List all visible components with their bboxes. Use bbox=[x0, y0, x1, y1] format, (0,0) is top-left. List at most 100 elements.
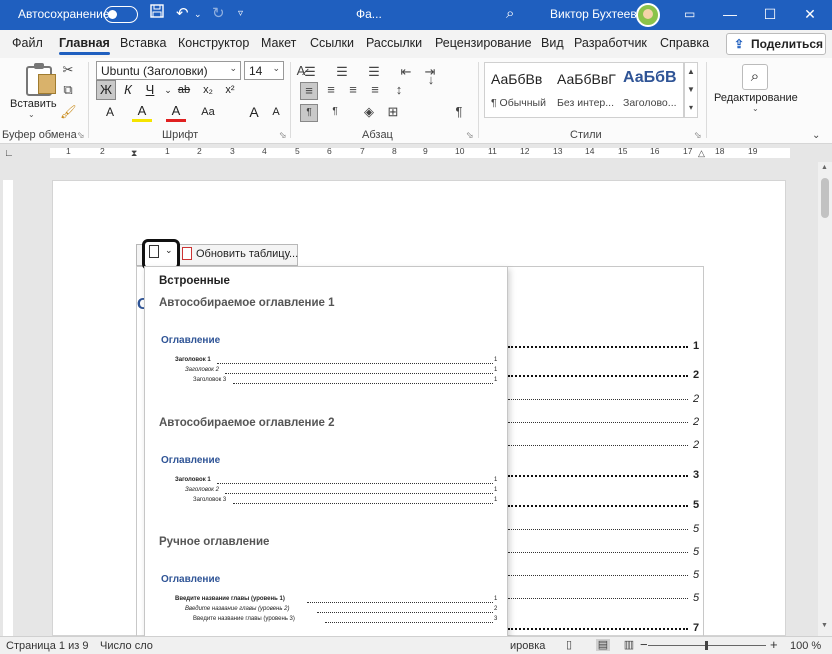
paragraph-launcher-icon[interactable]: ⬂ bbox=[466, 130, 474, 141]
ruler-number: 18 bbox=[715, 146, 725, 156]
view-text[interactable]: ировка bbox=[510, 640, 545, 652]
tab-home[interactable]: Главная bbox=[59, 36, 110, 55]
scroll-up-icon[interactable]: ▲ bbox=[821, 164, 828, 171]
update-table-button[interactable]: Обновить таблицу... bbox=[196, 248, 298, 260]
tab-insert[interactable]: Вставка bbox=[120, 36, 166, 50]
minimize-button[interactable]: — bbox=[708, 0, 752, 30]
superscript-button[interactable]: x² bbox=[220, 80, 240, 100]
sort-icon[interactable]: ↓ bbox=[424, 72, 438, 88]
styles-launcher-icon[interactable]: ⬂ bbox=[694, 130, 702, 141]
toc-gallery-item[interactable] bbox=[145, 536, 507, 643]
style-heading-1[interactable]: АаБбВ Заголово... bbox=[617, 63, 683, 117]
redo-icon[interactable]: ↻ bbox=[212, 4, 225, 24]
read-mode-icon[interactable]: ▯ bbox=[562, 639, 576, 651]
zoom-level[interactable]: 100 % bbox=[790, 640, 821, 652]
zoom-slider-thumb[interactable] bbox=[705, 641, 708, 650]
subscript-button[interactable]: x₂ bbox=[198, 80, 218, 100]
font-size-select[interactable]: 14 ⌄ bbox=[244, 61, 284, 80]
style-normal[interactable]: АаБбВв ¶ Обычный bbox=[485, 63, 551, 117]
tab-developer[interactable]: Разработчик bbox=[574, 36, 647, 50]
indent-marker-icon[interactable]: ⧗ bbox=[131, 145, 137, 161]
tab-layout[interactable]: Макет bbox=[261, 36, 296, 50]
vertical-scrollbar[interactable]: ▲ ▼ bbox=[818, 162, 832, 636]
ribbon-display-icon[interactable]: ▭ bbox=[684, 4, 695, 24]
shrink-font-button[interactable]: A bbox=[266, 102, 286, 122]
share-button[interactable]: ⇪ Поделиться bbox=[726, 33, 826, 55]
pilcrow-icon[interactable]: ¶ bbox=[452, 104, 466, 120]
zoom-in-icon[interactable]: + bbox=[770, 637, 778, 652]
align-left-icon[interactable]: ≡ bbox=[300, 82, 318, 100]
right-indent-marker-icon[interactable]: △ bbox=[698, 145, 705, 161]
scroll-down-icon[interactable]: ▼ bbox=[821, 622, 828, 629]
scrollbar-thumb[interactable] bbox=[821, 178, 829, 218]
undo-icon[interactable]: ↶ bbox=[176, 4, 189, 24]
change-case-button[interactable]: Aa bbox=[198, 102, 218, 122]
tab-view[interactable]: Вид bbox=[541, 36, 564, 50]
save-icon[interactable] bbox=[150, 4, 164, 24]
line-spacing-icon[interactable]: ↕ bbox=[390, 82, 408, 98]
qat-customize-icon[interactable]: ▿ bbox=[238, 4, 243, 24]
copy-icon[interactable]: ⧉ bbox=[60, 82, 76, 98]
styles-scroll[interactable]: ▲ ▼ ▾ bbox=[684, 62, 698, 118]
maximize-button[interactable]: ☐ bbox=[748, 0, 792, 30]
tab-design[interactable]: Конструктор bbox=[178, 36, 249, 50]
highlight-button[interactable]: A bbox=[132, 102, 152, 122]
document-title[interactable]: Фа... bbox=[356, 7, 382, 21]
autosave-toggle[interactable] bbox=[104, 6, 138, 23]
align-right-icon[interactable]: ≡ bbox=[344, 82, 362, 98]
rtl-direction-icon[interactable]: ¶ bbox=[326, 104, 344, 120]
shading-icon[interactable]: ◈ bbox=[360, 104, 378, 120]
toc-page-number: 5 bbox=[693, 546, 700, 558]
toc-gallery-item[interactable] bbox=[145, 297, 507, 415]
zoom-out-icon[interactable]: − bbox=[640, 637, 648, 652]
style-sample: АаБбВв bbox=[491, 71, 543, 87]
ltr-direction-icon[interactable]: ¶ bbox=[300, 104, 318, 122]
bullets-icon[interactable]: ☰ bbox=[300, 64, 320, 80]
page-count[interactable]: Страница 1 из 9 bbox=[6, 640, 88, 652]
strikethrough-button[interactable]: ab bbox=[174, 80, 194, 100]
editing-button[interactable]: ⌕ Редактирование ⌄ bbox=[712, 62, 798, 118]
tab-selector-icon[interactable]: ∟ bbox=[4, 146, 14, 162]
tab-file[interactable]: Файл bbox=[12, 36, 43, 50]
format-painter-icon[interactable]: 🖌 bbox=[60, 104, 77, 120]
gallery-page-number: 1 bbox=[494, 497, 498, 503]
justify-icon[interactable]: ≡ bbox=[366, 82, 384, 98]
chevron-down-icon[interactable]: ▼ bbox=[685, 81, 697, 99]
multilevel-list-icon[interactable]: ☰ bbox=[364, 64, 384, 80]
tab-mailings[interactable]: Рассылки bbox=[366, 36, 422, 50]
cut-icon[interactable]: ✂ bbox=[60, 62, 76, 78]
style-no-spacing[interactable]: АаБбВвГ Без интер... bbox=[551, 63, 617, 117]
bold-button[interactable]: Ж bbox=[96, 80, 116, 100]
tab-references[interactable]: Ссылки bbox=[310, 36, 354, 50]
clipboard-launcher-icon[interactable]: ⬂ bbox=[77, 130, 85, 141]
more-styles-icon[interactable]: ▾ bbox=[685, 99, 697, 117]
numbering-icon[interactable]: ☰ bbox=[332, 64, 352, 80]
font-launcher-icon[interactable]: ⬂ bbox=[279, 130, 287, 141]
print-layout-icon[interactable]: ▤ bbox=[596, 639, 610, 651]
toc-gallery-item[interactable] bbox=[145, 417, 507, 535]
toc-dotted-leader bbox=[508, 445, 688, 446]
borders-icon[interactable]: ⊞ bbox=[384, 104, 402, 120]
ribbon-collapse-icon[interactable]: ⌄ bbox=[812, 128, 820, 144]
chevron-up-icon[interactable]: ▲ bbox=[685, 63, 697, 81]
avatar[interactable] bbox=[636, 3, 660, 27]
underline-button[interactable]: Ч bbox=[140, 80, 160, 100]
tab-review[interactable]: Рецензирование bbox=[435, 36, 532, 50]
align-center-icon[interactable]: ≡ bbox=[322, 82, 340, 98]
italic-button[interactable]: К bbox=[118, 80, 138, 100]
decrease-indent-icon[interactable]: ⇤ bbox=[396, 64, 416, 80]
ruler-number: 1 bbox=[165, 146, 170, 156]
user-name[interactable]: Виктор Бухтеев bbox=[550, 7, 637, 21]
tab-help[interactable]: Справка bbox=[660, 36, 709, 50]
close-button[interactable]: ✕ bbox=[788, 0, 832, 30]
word-count[interactable]: Число сло bbox=[100, 640, 153, 652]
text-effects-icon[interactable]: A bbox=[100, 102, 120, 122]
undo-dropdown-icon[interactable]: ⌄ bbox=[194, 4, 202, 24]
search-icon[interactable]: ⌕ bbox=[506, 4, 514, 24]
web-layout-icon[interactable]: ▥ bbox=[622, 639, 636, 651]
grow-font-button[interactable]: A bbox=[244, 102, 264, 122]
paste-button[interactable]: Вставить ⌄ bbox=[4, 60, 60, 120]
font-name-select[interactable]: Ubuntu (Заголовки) ⌄ bbox=[96, 61, 241, 80]
font-color-button[interactable]: A bbox=[166, 102, 186, 122]
paragraph-group-label: Абзац bbox=[362, 129, 393, 141]
